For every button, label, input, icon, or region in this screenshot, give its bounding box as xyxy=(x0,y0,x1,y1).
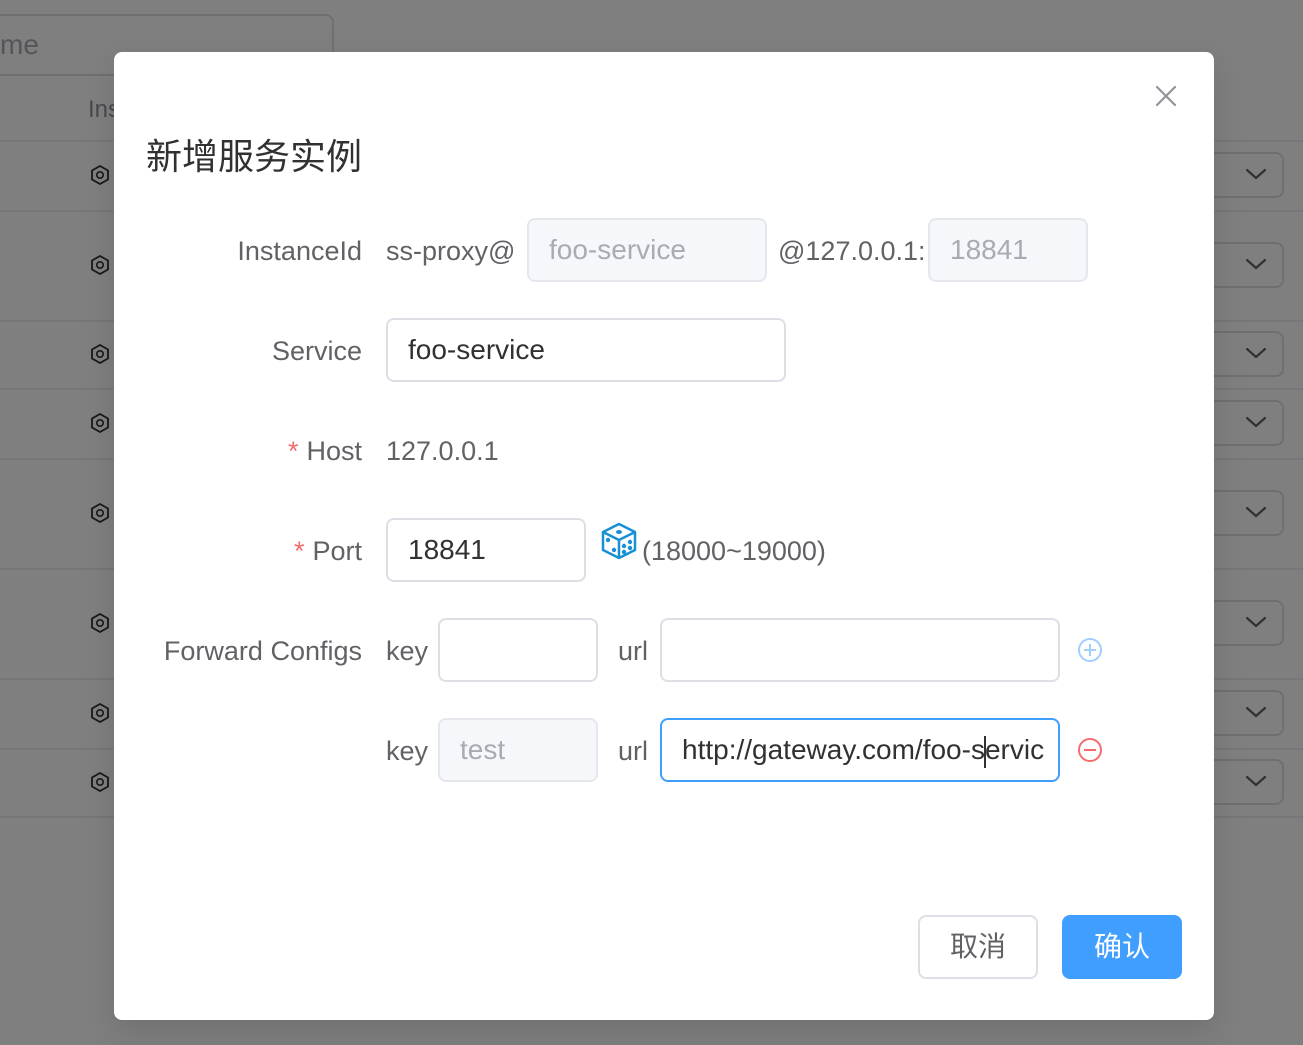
url-text-before-caret: http://gateway.com/foo-s xyxy=(682,734,985,765)
forward-key-input[interactable] xyxy=(438,618,598,682)
url-text-after-caret: ervic xyxy=(984,734,1045,765)
dialog-title: 新增服务实例 xyxy=(146,137,363,178)
forward-url-label: url xyxy=(618,636,649,666)
instance-id-prefix: ss-proxy@ xyxy=(386,236,516,266)
close-icon[interactable] xyxy=(1154,84,1178,108)
forward-url-input-focused[interactable]: http://gateway.com/foo-servic xyxy=(660,718,1060,782)
port-input[interactable]: 18841 xyxy=(386,518,586,582)
host-label: * Host xyxy=(288,436,362,467)
forward-configs-label: Forward Configs xyxy=(163,636,362,666)
required-mark: * xyxy=(293,536,305,566)
instance-id-host-separator: @127.0.0.1: xyxy=(778,236,926,266)
port-label-text: Port xyxy=(312,536,362,566)
confirm-button[interactable]: 确认 xyxy=(1062,915,1182,979)
host-value: 127.0.0.1 xyxy=(386,436,499,466)
instance-id-port-field: 18841 xyxy=(928,218,1088,282)
port-label: * Port xyxy=(294,536,362,567)
forward-key-label: key xyxy=(386,636,429,666)
forward-key-label: key xyxy=(386,736,429,766)
add-circle-icon[interactable] xyxy=(1077,637,1103,663)
remove-circle-icon[interactable] xyxy=(1077,737,1103,763)
port-range-hint: (18000~19000) xyxy=(642,536,826,566)
instance-id-label: InstanceId xyxy=(237,236,362,266)
forward-key-input: test xyxy=(438,718,598,782)
cancel-button[interactable]: 取消 xyxy=(918,915,1038,979)
add-service-instance-dialog: 新增服务实例 InstanceId ss-proxy@ foo-service … xyxy=(114,52,1214,1020)
forward-url-input[interactable] xyxy=(660,618,1060,682)
service-label: Service xyxy=(271,336,362,366)
service-input[interactable]: foo-service xyxy=(386,318,786,382)
required-mark: * xyxy=(287,436,299,466)
instance-id-service-field: foo-service xyxy=(527,218,767,282)
host-label-text: Host xyxy=(306,436,362,466)
dice-icon[interactable] xyxy=(600,522,638,560)
forward-url-label: url xyxy=(618,736,649,766)
